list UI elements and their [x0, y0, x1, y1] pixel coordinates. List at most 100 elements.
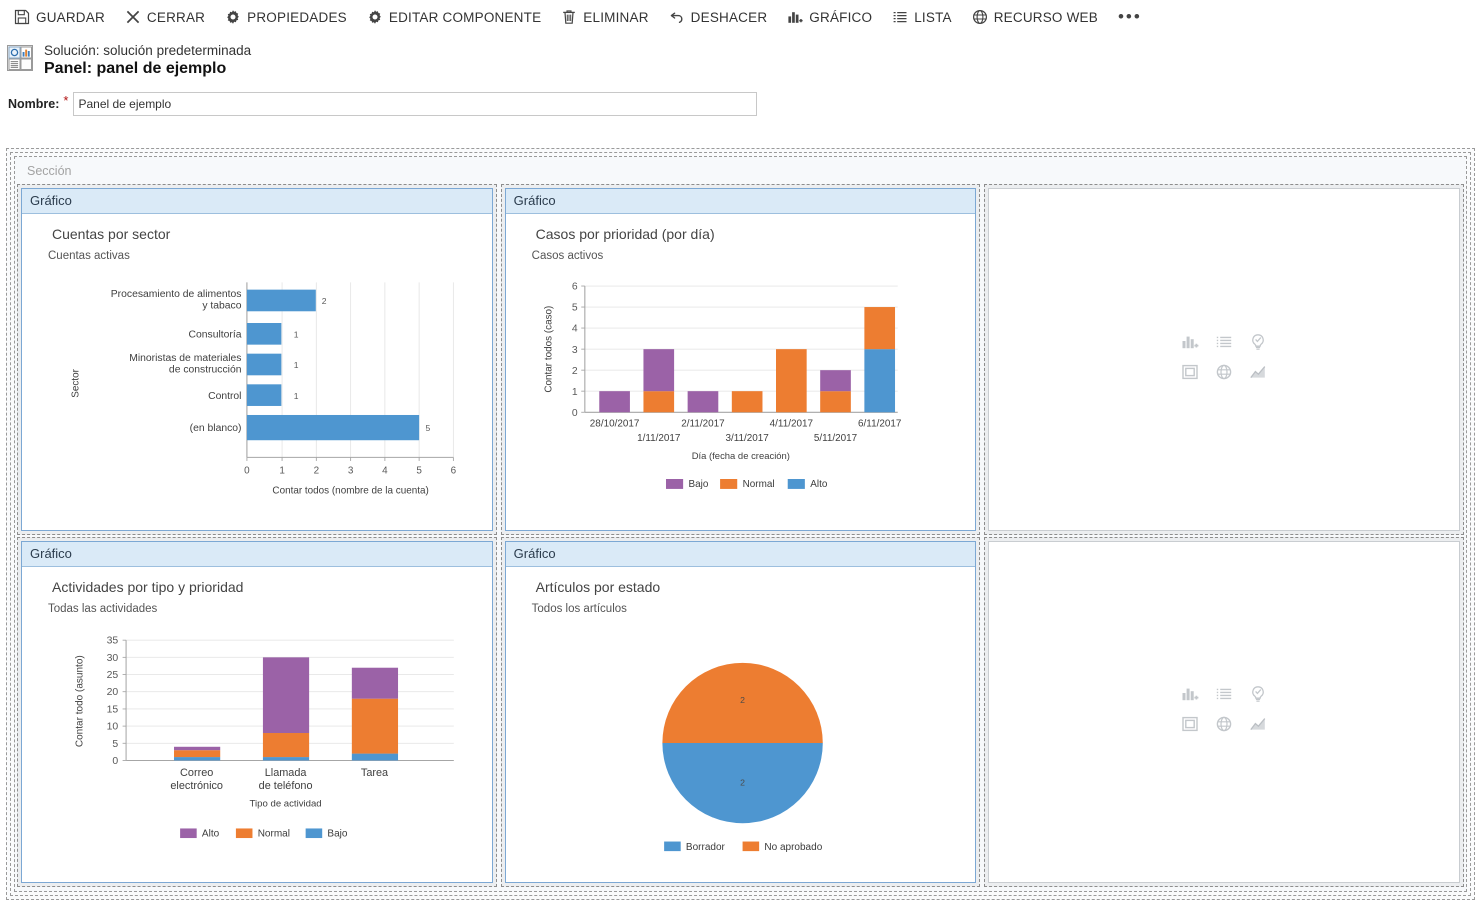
chart-body: Casos por prioridad (por día) Casos acti… — [505, 214, 976, 530]
control-header: Gráfico — [505, 541, 976, 567]
svg-text:3/11/2017: 3/11/2017 — [725, 433, 769, 444]
dashboard-solution-icon — [6, 44, 34, 72]
svg-text:de construcción: de construcción — [169, 365, 242, 376]
edit-component-button[interactable]: EDITAR COMPONENTE — [357, 5, 551, 29]
svg-text:2: 2 — [314, 466, 320, 477]
grid-cell — [984, 184, 1464, 535]
svg-text:(en blanco): (en blanco) — [190, 423, 242, 434]
svg-text:Bajo: Bajo — [688, 479, 708, 490]
iframe-icon[interactable] — [1181, 715, 1199, 738]
empty-control-placeholder-top-right[interactable] — [988, 188, 1460, 531]
gear-icon — [367, 9, 383, 25]
overflow-menu-button[interactable]: ••• — [1108, 8, 1152, 26]
chart-title: Artículos por estado — [535, 578, 661, 595]
iframe-icon[interactable] — [1181, 363, 1199, 386]
form-section: Sección Gráfico Cuentas por sector Cuent… — [14, 156, 1467, 892]
page-title-block: Solución: solución predeterminada Panel:… — [0, 34, 1481, 78]
insert-chart-button[interactable]: GRÁFICO — [777, 5, 882, 29]
required-indicator: * — [63, 93, 69, 108]
svg-text:2: 2 — [740, 694, 745, 704]
close-button[interactable]: CERRAR — [115, 5, 215, 29]
svg-text:20: 20 — [107, 687, 119, 698]
svg-text:Tipo de actividad: Tipo de actividad — [250, 798, 322, 809]
insert-list-label: LISTA — [914, 9, 952, 25]
insert-web-resource-button[interactable]: RECURSO WEB — [962, 5, 1108, 29]
chart-control-casos-por-prioridad[interactable]: Gráfico Casos por prioridad (por día) Ca… — [504, 188, 977, 531]
svg-text:No aprobado: No aprobado — [764, 841, 822, 852]
chart-subtitle: Cuentas activas — [48, 250, 130, 262]
dashboard-grid: Gráfico Cuentas por sector Cuentas activ… — [15, 184, 1466, 891]
svg-text:10: 10 — [107, 721, 119, 732]
chart-plot-articulos-por-estado: 2 2 Borrador No aprobado — [506, 621, 976, 883]
svg-text:0: 0 — [572, 408, 578, 419]
chart-title: Casos por prioridad (por día) — [535, 226, 715, 242]
svg-text:2: 2 — [322, 296, 327, 306]
undo-button[interactable]: DESHACER — [659, 5, 778, 29]
chart-control-articulos-por-estado[interactable]: Gráfico Artículos por estado Todos los a… — [504, 540, 977, 883]
globe-icon[interactable] — [1215, 363, 1233, 386]
chart-title: Cuentas por sector — [52, 226, 171, 242]
chart-control-actividades[interactable]: Gráfico Actividades por tipo y prioridad… — [21, 540, 493, 883]
trend-chart-icon[interactable] — [1249, 715, 1267, 738]
grid-cell: Gráfico Actividades por tipo y prioridad… — [17, 536, 497, 887]
svg-text:1: 1 — [294, 329, 299, 339]
chart-control-cuentas-por-sector[interactable]: Gráfico Cuentas por sector Cuentas activ… — [21, 188, 493, 531]
bar-en-blanco — [246, 414, 420, 441]
svg-text:5: 5 — [572, 303, 578, 314]
svg-text:4: 4 — [382, 466, 388, 477]
list-icon — [892, 9, 908, 25]
properties-button[interactable]: PROPIEDADES — [215, 5, 357, 29]
svg-text:5: 5 — [425, 423, 430, 433]
svg-text:5: 5 — [112, 738, 118, 749]
svg-text:28/10/2017: 28/10/2017 — [589, 419, 639, 430]
empty-control-placeholder-bottom-right[interactable] — [988, 540, 1460, 883]
grid-cell: Gráfico Artículos por estado Todos los a… — [500, 536, 981, 887]
command-bar: GUARDAR CERRAR PROPIEDADES EDITAR COMPON… — [0, 0, 1481, 34]
svg-text:25: 25 — [107, 670, 119, 681]
svg-text:15: 15 — [107, 704, 119, 715]
bar-consultoria — [246, 323, 282, 345]
grid-cell: Gráfico Casos por prioridad (por día) Ca… — [500, 184, 981, 535]
delete-label: ELIMINAR — [583, 9, 649, 25]
delete-button[interactable]: ELIMINAR — [551, 5, 658, 29]
solution-name: Solución: solución predeterminada — [44, 43, 252, 58]
bar-chart-plus-icon[interactable] — [1181, 333, 1199, 356]
chart-plot-casos-por-prioridad: 6 5 4 3 2 1 0 Contar todos (caso) 28/10/2017… — [506, 268, 976, 530]
component-picker — [1173, 329, 1275, 389]
svg-text:1/11/2017: 1/11/2017 — [637, 433, 681, 444]
chart-body: Actividades por tipo y prioridad Todas l… — [22, 566, 492, 882]
svg-text:Tarea: Tarea — [361, 767, 389, 779]
grid-cell — [984, 536, 1464, 887]
list-icon[interactable] — [1215, 333, 1233, 356]
svg-text:Consultoría: Consultoría — [189, 329, 242, 340]
trend-chart-icon[interactable] — [1249, 363, 1267, 386]
name-input[interactable] — [73, 92, 758, 116]
svg-text:1: 1 — [294, 360, 299, 370]
bar-procesamiento — [246, 289, 316, 312]
svg-text:2/11/2017: 2/11/2017 — [681, 419, 725, 430]
svg-text:5: 5 — [416, 466, 422, 477]
svg-text:2: 2 — [572, 366, 578, 377]
svg-text:3: 3 — [572, 345, 578, 356]
svg-text:electrónico: electrónico — [170, 780, 223, 792]
close-x-icon — [125, 9, 141, 25]
gear-icon — [225, 9, 241, 25]
bar-chart-plus-icon[interactable] — [1181, 685, 1199, 708]
svg-text:1: 1 — [294, 391, 299, 401]
svg-text:Correo: Correo — [180, 767, 213, 779]
svg-text:Control: Control — [208, 391, 241, 402]
save-button[interactable]: GUARDAR — [4, 5, 115, 29]
form-tab: Sección Gráfico Cuentas por sector Cuent… — [10, 152, 1471, 896]
properties-label: PROPIEDADES — [247, 9, 347, 25]
lightbulb-icon[interactable] — [1249, 333, 1267, 356]
chart-body: Cuentas por sector Cuentas activas 2 1 1… — [22, 214, 492, 530]
svg-text:1: 1 — [572, 387, 578, 398]
list-icon[interactable] — [1215, 685, 1233, 708]
insert-list-button[interactable]: LISTA — [882, 5, 962, 29]
lightbulb-icon[interactable] — [1249, 685, 1267, 708]
section-label: Sección — [27, 164, 72, 178]
name-label: Nombre: — [8, 97, 60, 111]
globe-icon[interactable] — [1215, 715, 1233, 738]
svg-text:30: 30 — [107, 652, 119, 663]
svg-text:Sector: Sector — [70, 368, 81, 397]
